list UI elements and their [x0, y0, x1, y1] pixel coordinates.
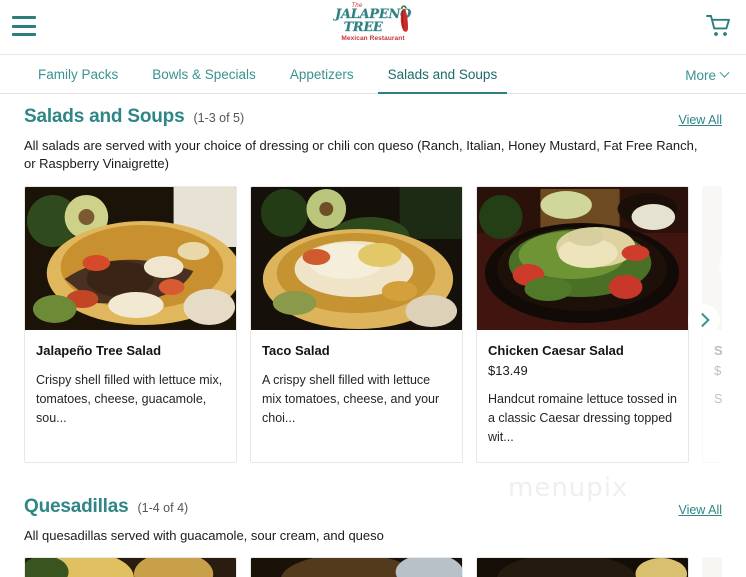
shopping-cart-icon[interactable] [706, 14, 732, 38]
view-all-link-quesadillas[interactable]: View All [678, 503, 722, 517]
hamburger-bar [12, 33, 36, 36]
menu-item-description: Handcut romaine lettuce tossed in a clas… [488, 392, 677, 445]
section-quesadillas: Quesadillas (1-4 of 4) View All All ques… [0, 484, 746, 577]
more-label: More [685, 67, 716, 83]
menu-item-price: $ [714, 363, 722, 379]
menu-item-card[interactable] [250, 557, 463, 577]
menu-item-card[interactable]: Taco Salad A crispy shell filled with le… [250, 185, 463, 463]
section-header: Quesadillas (1-4 of 4) View All [24, 484, 722, 518]
tab-salads-and-soups[interactable]: Salads and Soups [377, 67, 508, 94]
menu-item-image [477, 186, 688, 330]
menu-item-card[interactable] [702, 557, 722, 577]
chevron-down-icon [719, 67, 730, 78]
menu-item-card[interactable] [24, 557, 237, 577]
menu-item-image [251, 186, 462, 330]
menu-item-description: Spicy c tortilla strips. [714, 392, 722, 407]
logo-line-2: TREE [343, 20, 383, 35]
section-title: Salads and Soups [24, 106, 185, 127]
section-header: Salads and Soups (1-3 of 5) View All [24, 94, 722, 128]
menu-item-image [477, 558, 688, 577]
view-all-link-salads[interactable]: View All [678, 113, 722, 127]
section-description: All quesadillas served with guacamole, s… [24, 527, 384, 543]
menu-item-title: Chicken Caesar Salad [488, 342, 624, 358]
menu-item-carousel [24, 557, 722, 577]
chili-pepper-icon [400, 5, 408, 32]
category-tabbar: Family Packs Bowls & Specials Appetizers… [0, 55, 746, 94]
more-tabs-button[interactable]: More [685, 67, 730, 83]
section-title: Quesadillas [24, 495, 129, 517]
chevron-right-icon [695, 312, 710, 327]
carousel-track: Jalapeño Tree Salad Crispy shell filled … [24, 185, 722, 463]
hamburger-bar [12, 24, 36, 28]
section-description: All salads are served with your choice o… [24, 138, 698, 172]
menu-item-description: Crispy shell filled with lettuce mix, to… [36, 373, 223, 426]
menu-item-image [703, 558, 722, 577]
site-header: The JALAPENO TREE Mexican Restaurant [0, 0, 746, 55]
logo-the-text: The [351, 3, 363, 9]
tab-appetizers[interactable]: Appetizers [280, 67, 364, 95]
section-item-count: (1-4 of 4) [137, 500, 189, 515]
section-item-count: (1-3 of 5) [193, 111, 245, 125]
section-salads-and-soups: Salads and Soups (1-3 of 5) View All All… [0, 94, 746, 464]
menu-item-title: Taco Salad [262, 342, 330, 358]
menu-item-title: Jalapeño Tree Salad [36, 342, 162, 358]
tab-family-packs[interactable]: Family Packs [28, 67, 128, 95]
menu-item-price: $13.49 [488, 363, 528, 379]
carousel-next-button[interactable] [688, 303, 720, 336]
menu-item-image [25, 186, 236, 330]
menu-item-body: Jalapeño Tree Salad Crispy shell filled … [25, 330, 236, 428]
menu-item-card[interactable] [476, 557, 689, 577]
menu-item-title: Southw [714, 342, 722, 358]
category-tabs: Family Packs Bowls & Specials Appetizers… [0, 55, 746, 94]
hamburger-bar [12, 16, 36, 19]
carousel-track [24, 557, 722, 577]
menu-item-body: Taco Salad A crispy shell filled with le… [251, 330, 462, 428]
menu-item-card[interactable]: Chicken Caesar Salad $13.49 Handcut roma… [476, 185, 689, 463]
tab-bowls-specials[interactable]: Bowls & Specials [142, 67, 266, 95]
menu-item-body: Southw $ Spicy c tortilla strips. [703, 330, 722, 409]
menu-item-image [25, 558, 236, 577]
logo-subtitle: Mexican Restaurant [341, 35, 405, 42]
site-logo[interactable]: The JALAPENO TREE Mexican Restaurant [329, 3, 417, 53]
menu-item-description: A crispy shell filled with lettuce mix t… [262, 373, 440, 426]
menu-item-image [251, 558, 462, 577]
menu-item-carousel: Jalapeño Tree Salad Crispy shell filled … [24, 185, 722, 464]
menu-item-body: Chicken Caesar Salad $13.49 Handcut roma… [477, 330, 688, 447]
menu-item-card[interactable]: Jalapeño Tree Salad Crispy shell filled … [24, 185, 237, 463]
hamburger-icon[interactable] [12, 16, 36, 36]
